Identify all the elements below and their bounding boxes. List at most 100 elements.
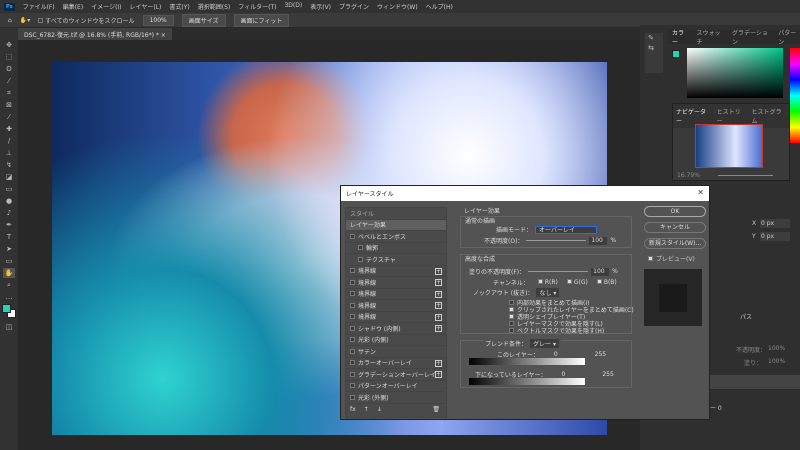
channel-checkbox[interactable]: B(B) [596,279,617,286]
fill-opacity-slider[interactable] [528,271,589,272]
fit-screen-size-button[interactable]: 画面サイズ [181,13,226,27]
y-field[interactable]: 0 px [760,232,790,241]
advanced-option-checkbox[interactable]: ベクトルマスクで効果を隠す(H) [509,326,604,335]
style-checkbox[interactable] [350,325,355,331]
add-icon[interactable]: + [435,371,442,378]
knockout-select[interactable]: なし ▾ [536,288,560,297]
channel-checkbox[interactable]: G(G) [566,279,588,286]
layer-name[interactable]: ー 0 [710,403,722,412]
layer-row[interactable] [710,375,800,389]
style-list-item[interactable]: ベベルとエンボス [346,231,446,243]
this-layer-slider[interactable] [469,358,585,365]
style-checkbox[interactable] [350,233,355,239]
stamp-icon[interactable]: ⊥ [3,148,15,158]
add-icon[interactable]: + [435,290,442,298]
eyedropper-icon[interactable]: ⁄ [3,112,15,122]
preview-checkbox[interactable]: プレビュー(V) [644,254,706,263]
adjust-icon[interactable]: ⇆ [645,43,657,53]
add-icon[interactable]: + [435,359,442,367]
style-list-item[interactable]: カラーオーバーレイ + [346,358,446,369]
style-list-item[interactable]: 境界線 + [346,312,446,323]
home-icon[interactable]: ⌂ [8,17,12,24]
tab-paths[interactable]: パス [740,312,752,321]
zoom-icon[interactable]: ⌕ [3,280,15,290]
style-checkbox[interactable] [350,394,355,400]
menu-item[interactable]: 書式(Y) [169,2,189,11]
move-down-icon[interactable]: ↓ [377,406,382,413]
tab-color-panel[interactable]: スウォッチ [696,28,723,46]
style-checkbox[interactable] [358,245,363,251]
style-list-item[interactable]: グラデーションオーバーレイ + [346,369,446,381]
path-select-icon[interactable]: ➤ [3,244,15,254]
styles-header[interactable]: スタイル [346,208,446,220]
blend-if-select[interactable]: グレー ▾ [530,339,559,348]
fx-icon[interactable]: fx [350,406,356,413]
tab-navigator-panel[interactable]: ナビゲーター [676,107,711,125]
crop-tool-icon[interactable]: ⌗ [3,88,15,98]
menu-item[interactable]: レイヤー(L) [130,2,162,11]
navigator-zoom-slider[interactable] [718,175,773,176]
eraser-icon[interactable]: ◪ [3,172,15,182]
color-panel-foreground[interactable] [672,50,680,58]
style-list-item[interactable]: 境界線 + [346,300,446,312]
style-list-item[interactable]: 境界線 + [346,266,446,277]
style-list-item[interactable]: シャドウ (内側) + [346,323,446,335]
blend-mode-select[interactable]: オーバーレイ [535,225,598,234]
foreground-color[interactable] [2,304,11,313]
ok-button[interactable]: OK [644,206,706,217]
menu-item[interactable]: ヘルプ(H) [426,2,453,11]
navigator-zoom[interactable]: 16.79% [677,172,700,179]
color-field[interactable] [687,48,783,98]
move-tool-icon[interactable]: ✥ [3,40,15,50]
tab-navigator-panel[interactable]: ヒストリー [717,107,746,125]
tab-color-panel[interactable]: グラデーション [732,28,770,46]
tab-navigator-panel[interactable]: ヒストグラム [752,107,786,125]
document-tab[interactable]: DSC_6782-復元.tif @ 16.8% (手前, RGB/16*) * … [18,28,172,40]
brush-settings-icon[interactable]: ✎ [645,33,657,43]
dodge-icon[interactable]: ♪ [3,208,15,218]
rectangle-icon[interactable]: ▭ [3,256,15,266]
fill-field[interactable]: 100% [768,358,785,365]
pen-icon[interactable]: ✒ [3,220,15,230]
menu-item[interactable]: 編集(E) [63,2,83,11]
type-icon[interactable]: T [3,232,15,242]
move-up-icon[interactable]: ↑ [364,406,369,413]
add-icon[interactable]: + [435,267,442,275]
zoom-100-button[interactable]: 100% [142,14,174,26]
menu-item[interactable]: ウィンドウ(W) [377,2,418,11]
gradient-icon[interactable]: ▭ [3,184,15,194]
tab-color-panel[interactable]: カラー [672,28,688,46]
healing-brush-icon[interactable]: ✚ [3,124,15,134]
add-icon[interactable]: + [435,313,442,321]
lasso-tool-icon[interactable]: ʘ [3,64,15,74]
style-list-item[interactable]: 光彩 (内側) [346,335,446,346]
fit-screen-button[interactable]: 画面にフィット [233,13,290,27]
new-style-button[interactable]: 新規スタイル(W)... [644,238,706,249]
opacity-input[interactable]: 100 [589,236,608,245]
hand-icon[interactable]: ✋ [3,268,15,278]
opacity-slider[interactable] [526,240,587,241]
menu-item[interactable]: ファイル(F) [23,2,55,11]
frame-tool-icon[interactable]: ⊠ [3,100,15,110]
close-icon[interactable]: ✕ [697,188,704,197]
cancel-button[interactable]: キャンセル [644,222,706,233]
history-brush-icon[interactable]: ↯ [3,160,15,170]
close-icon[interactable]: × [161,32,166,39]
navigator-thumbnail[interactable] [695,124,763,168]
style-list-item[interactable]: 輪郭 [346,243,446,254]
style-list-item[interactable]: パターンオーバーレイ [346,381,446,392]
menu-item[interactable]: 表示(V) [310,2,331,11]
style-list-item[interactable]: 光彩 (外側) [346,392,446,404]
style-checkbox[interactable] [350,279,355,285]
quick-mask-icon[interactable]: ◫ [3,322,15,332]
style-checkbox[interactable] [350,371,355,377]
style-checkbox[interactable] [350,360,355,366]
underlying-layer-slider[interactable] [469,378,585,385]
menu-item[interactable]: イメージ(I) [91,2,121,11]
style-checkbox[interactable] [350,383,355,389]
add-icon[interactable]: + [435,325,442,332]
style-checkbox[interactable] [358,256,363,262]
style-list-item[interactable]: 境界線 + [346,277,446,289]
style-checkbox[interactable] [350,337,355,343]
marquee-tool-icon[interactable]: ⬚ [3,52,15,62]
